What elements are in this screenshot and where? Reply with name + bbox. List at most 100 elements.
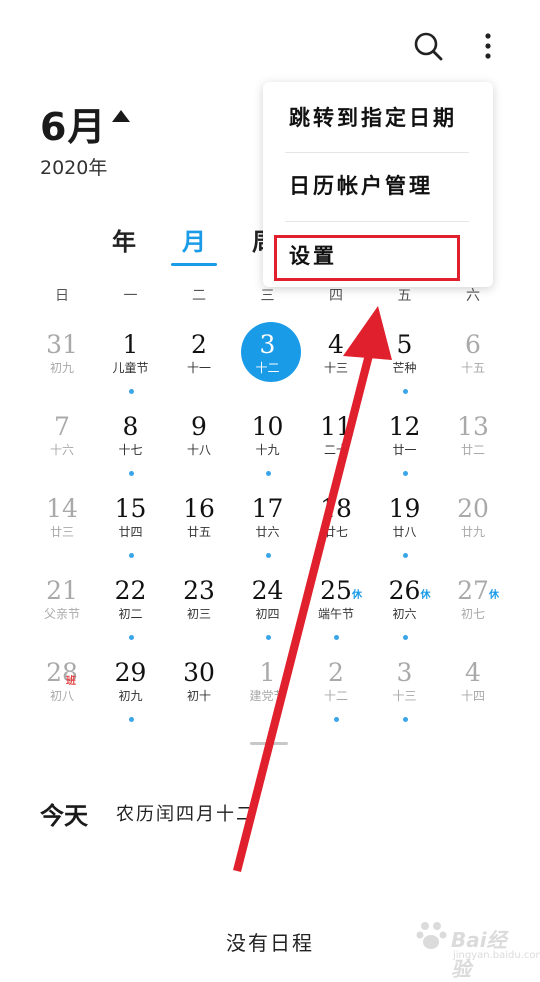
calendar-day-today[interactable]: 3 十二 [234,322,302,404]
today-lunar-date: 农历闰四月十二 [116,804,256,825]
day-number: 6 [465,330,481,359]
calendar-day[interactable]: 11 二十 [302,404,370,486]
lunar-date: 二十 [323,443,348,457]
calendar-day[interactable]: 29 初九 [97,650,165,732]
lunar-date: 初四 [255,607,280,621]
day-number: 15 [114,494,147,523]
lunar-date: 廿一 [392,443,417,457]
calendar-day[interactable]: 19 廿八 [371,486,439,568]
lunar-date: 十二 [323,689,348,703]
lunar-date: 初九 [49,361,74,375]
search-icon[interactable] [410,28,446,64]
day-number: 12 [388,412,421,441]
calendar-day[interactable]: 5 芒种 [371,322,439,404]
day-number: 23 [183,576,215,605]
calendar-day[interactable]: 21 父亲节 [28,568,96,650]
lunar-date: 十四 [460,689,485,703]
calendar-day[interactable]: 6 十五 [439,322,507,404]
lunar-date: 端午节 [317,607,354,621]
calendar-day[interactable]: 28 初八 班 [28,650,96,732]
calendar-day[interactable]: 22 初二 [97,568,165,650]
day-number: 30 [183,658,215,687]
lunar-date: 十一 [186,361,211,375]
lunar-date: 建党节 [249,689,286,703]
lunar-date: 父亲节 [43,607,80,621]
calendar-day[interactable]: 9 十八 [165,404,233,486]
day-number: 1 [122,330,139,359]
day-number: 1 [259,658,276,687]
menu-divider [285,221,469,222]
holiday-badge: 休 [489,590,499,601]
lunar-date: 初八 [49,689,74,703]
event-dot [128,717,134,722]
calendar-day[interactable]: 31 初九 [28,322,96,404]
calendar-day[interactable]: 23 初三 [165,568,233,650]
day-number: 5 [396,330,413,359]
caret-up-icon[interactable] [112,110,130,122]
calendar-day[interactable]: 25 端午节休 [302,568,370,650]
month-title[interactable]: 6月 [40,96,106,151]
calendar-day[interactable]: 18 廿七 [302,486,370,568]
more-vertical-icon[interactable] [470,28,506,64]
menu-item-goto-date[interactable]: 跳转到指定日期 [289,102,479,142]
day-number: 14 [46,494,78,523]
weekday-header: 日一二三四五六 [0,285,540,309]
calendar-day[interactable]: 4 十四 [439,650,507,732]
day-number: 2 [191,330,207,359]
lunar-date: 十七 [118,443,143,457]
calendar-day[interactable]: 12 廿一 [371,404,439,486]
calendar-day[interactable]: 13 廿二 [439,404,507,486]
lunar-date: 初十 [186,689,211,703]
calendar-day[interactable]: 14 廿三 [28,486,96,568]
calendar-day[interactable]: 1 儿童节 [97,322,165,404]
tab-year[interactable]: 年 [112,222,136,257]
lunar-date: 初七 [460,607,485,621]
calendar-day[interactable]: 20 廿九 [439,486,507,568]
lunar-date: 初九 [118,689,143,703]
calendar-day[interactable]: 4 十三 [302,322,370,404]
day-number: 22 [114,576,147,605]
day-number: 13 [457,412,489,441]
calendar-day[interactable]: 27 初七休 [439,568,507,650]
event-dot [128,389,134,394]
day-number: 31 [46,330,78,359]
lunar-date: 初二 [118,607,143,621]
weekday-label: 一 [123,288,138,304]
day-number: 19 [388,494,421,523]
lunar-date: 廿四 [118,525,143,539]
event-dot [128,471,134,476]
calendar-day[interactable]: 10 十九 [234,404,302,486]
day-number: 18 [320,494,352,523]
tab-month[interactable]: 月 [182,222,206,257]
active-tab-indicator [171,263,217,266]
event-dot [402,717,408,722]
calendar-day[interactable]: 1 建党节 [234,650,302,732]
menu-item-account-management[interactable]: 日历帐户管理 [289,170,479,210]
calendar-day[interactable]: 7 十六 [28,404,96,486]
calendar-day[interactable]: 2 十二 [302,650,370,732]
event-dot [265,635,271,640]
lunar-date: 廿八 [392,525,417,539]
weekday-label: 二 [192,288,206,304]
calendar-day[interactable]: 3 十三 [371,650,439,732]
calendar-day[interactable]: 2 十一 [165,322,233,404]
lunar-date: 十三 [392,689,417,703]
lunar-date: 初三 [186,607,211,621]
drag-handle[interactable] [250,742,288,745]
calendar-day[interactable]: 30 初十 [165,650,233,732]
day-number: 9 [191,412,207,441]
weekday-label: 日 [55,288,69,304]
menu-divider [285,152,469,153]
day-number: 4 [465,658,481,687]
calendar-day[interactable]: 8 十七 [97,404,165,486]
lunar-date: 十五 [460,361,485,375]
calendar-day[interactable]: 16 廿五 [165,486,233,568]
event-dot [334,635,339,640]
day-number: 16 [183,494,215,523]
lunar-date: 十二 [255,361,280,375]
calendar-day[interactable]: 17 廿六 [234,486,302,568]
calendar-day[interactable]: 26 初六休 [371,568,439,650]
calendar-day[interactable]: 15 廿四 [97,486,165,568]
calendar-day[interactable]: 24 初四 [234,568,302,650]
lunar-date: 廿九 [460,525,485,539]
